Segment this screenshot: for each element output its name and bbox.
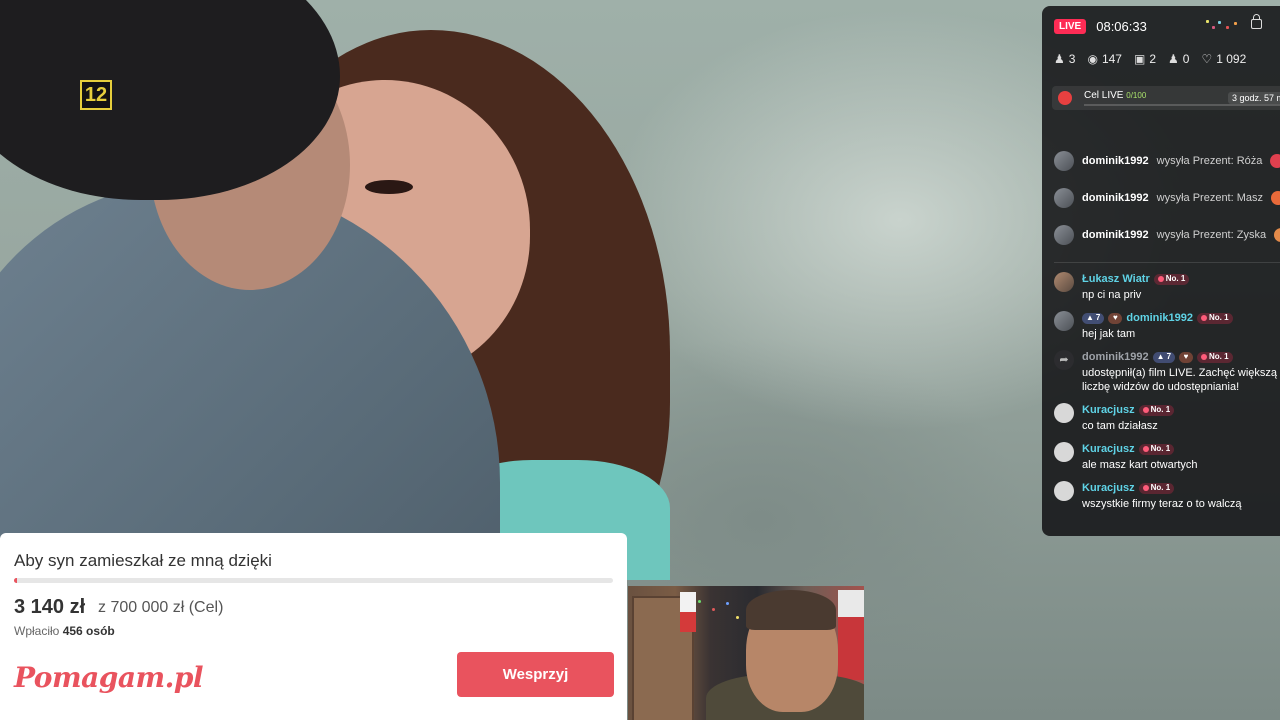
rank-badge: No. 1	[1197, 351, 1233, 363]
donation-progress-bar	[14, 578, 613, 583]
pomagam-logo[interactable]: Pomagam.pl	[14, 661, 204, 694]
people-icon: ♟	[1054, 52, 1065, 66]
divider	[1054, 262, 1280, 263]
rank-icon	[1157, 276, 1164, 282]
chat-message: ➦ dominik1992 ▲ 7 ♥ No. 1 udostępnił(a) f…	[1054, 350, 1280, 394]
streamer-webcam	[628, 586, 864, 720]
gift-list: dominik1992 wysyła Prezent: Róża dominik…	[1054, 142, 1280, 253]
chat-username[interactable]: Kuracjusz	[1082, 481, 1135, 495]
live-badge: LIVE	[1054, 18, 1087, 34]
gift-item-icon	[1271, 190, 1280, 205]
lock-icon[interactable]	[1251, 14, 1262, 29]
gift-icon: ▣	[1133, 52, 1146, 66]
avatar[interactable]	[1054, 311, 1074, 331]
participants-stat[interactable]: ♟ 3	[1054, 52, 1075, 66]
goal-icon	[1058, 91, 1072, 105]
follower-icon: ♟	[1168, 52, 1179, 66]
followers-stat[interactable]: ♟ 0	[1168, 52, 1189, 66]
rank-badge: No. 1	[1138, 404, 1175, 416]
heart-badge-icon: ♥	[1108, 312, 1123, 324]
chat-message: Kuracjusz No. 1 wszystkie firmy teraz o …	[1054, 481, 1280, 511]
donation-progress-fill	[14, 578, 17, 583]
avatar[interactable]	[1054, 272, 1074, 292]
likes-stat[interactable]: ♡ 1 092	[1201, 52, 1246, 66]
avatar[interactable]	[1054, 187, 1074, 208]
share-icon: ➦	[1054, 350, 1074, 370]
live-goal[interactable]: Cel LIVE 0/100 3 godz. 57 m	[1052, 86, 1280, 110]
rank-badge: No. 1	[1138, 482, 1175, 494]
chat-list: Łukasz Wiatr No. 1 np ci na priv ▲ 7 ♥ do…	[1054, 272, 1280, 520]
gift-user[interactable]: dominik1992	[1082, 192, 1149, 204]
live-panel: LIVE 08:06:33 ♟ 3 ◉ 147 ▣ 2 ♟ 0 ♡ 1 092 Cel L…	[1042, 6, 1280, 536]
avatar[interactable]	[1054, 224, 1074, 245]
webcam-person-hair	[746, 590, 836, 630]
age-rating-badge: 12	[80, 80, 112, 110]
donor-count: Wpłaciło 456 osób	[14, 624, 115, 638]
avatar[interactable]	[1054, 481, 1074, 501]
gifts-stat[interactable]: ▣ 2	[1134, 52, 1156, 66]
gift-text: wysyła Prezent: Zyska	[1156, 228, 1267, 241]
gift-user[interactable]: dominik1992	[1082, 155, 1149, 167]
donation-title: Aby syn zamieszkał ze mną dzięki	[14, 551, 272, 570]
chat-username[interactable]: Łukasz Wiatr	[1082, 272, 1150, 286]
gift-row: dominik1992 wysyła Prezent: Masz	[1054, 179, 1280, 216]
eye-icon: ◉	[1087, 52, 1098, 66]
gift-text: wysyła Prezent: Masz	[1156, 191, 1264, 204]
chat-message: Kuracjusz No. 1 ale masz kart otwartych	[1054, 442, 1280, 472]
donation-card: Aby syn zamieszkał ze mną dzięki 3 140 z…	[0, 533, 627, 720]
level-badge: ▲ 7	[1082, 312, 1105, 324]
webcam-flag-right	[838, 590, 864, 680]
donation-amount: 3 140 zł	[14, 596, 86, 618]
goal-label: Cel LIVE 0/100	[1084, 90, 1147, 101]
chat-text: wszystkie firmy teraz o to walczą	[1082, 498, 1242, 510]
rank-badge: No. 1	[1197, 312, 1233, 324]
chat-message: Kuracjusz No. 1 co tam działasz	[1054, 403, 1280, 433]
rank-badge: No. 1	[1138, 443, 1175, 455]
rank-icon	[1201, 354, 1208, 360]
chat-text: udostępnił(a) film LIVE. Zachęć większą …	[1082, 367, 1278, 393]
gift-item-icon	[1274, 227, 1280, 242]
heart-badge-icon: ♥	[1179, 351, 1194, 363]
rank-icon	[1142, 446, 1149, 452]
rose-icon	[1270, 153, 1280, 168]
viewers-stat[interactable]: ◉ 147	[1087, 52, 1122, 66]
live-stats: ♟ 3 ◉ 147 ▣ 2 ♟ 0 ♡ 1 092	[1054, 52, 1246, 66]
webcam-flag	[680, 592, 696, 632]
gift-row: dominik1992 wysyła Prezent: Róża	[1054, 142, 1280, 179]
live-timer: 08:06:33	[1096, 18, 1147, 34]
chat-text: np ci na priv	[1082, 289, 1142, 301]
rank-icon	[1201, 315, 1208, 321]
avatar[interactable]	[1054, 403, 1074, 423]
rank-icon	[1142, 407, 1149, 413]
avatar[interactable]	[1054, 150, 1074, 171]
chat-message: Łukasz Wiatr No. 1 np ci na priv	[1054, 272, 1280, 302]
chat-text: hej jak tam	[1082, 328, 1136, 340]
goal-progress-bar	[1084, 104, 1280, 106]
live-header: LIVE 08:06:33	[1054, 16, 1147, 36]
rank-icon	[1142, 485, 1149, 491]
chat-username[interactable]: Kuracjusz	[1082, 403, 1135, 417]
chat-text: co tam działasz	[1082, 420, 1158, 432]
rank-badge: No. 1	[1153, 273, 1190, 285]
video-eye	[365, 180, 413, 194]
goal-time: 3 godz. 57 m	[1227, 92, 1280, 104]
level-badge: ▲ 7	[1152, 351, 1176, 363]
heart-icon: ♡	[1201, 52, 1213, 66]
chat-username[interactable]: dominik1992	[1126, 311, 1193, 325]
gift-text: wysyła Prezent: Róża	[1156, 154, 1263, 167]
chat-username[interactable]: dominik1992	[1082, 350, 1149, 364]
avatar[interactable]	[1054, 442, 1074, 462]
goal-count: 0/100	[1126, 91, 1147, 100]
chat-text: ale masz kart otwartych	[1082, 459, 1198, 471]
gift-user[interactable]: dominik1992	[1082, 229, 1149, 241]
support-button[interactable]: Wesprzyj	[457, 652, 614, 697]
chat-message: ▲ 7 ♥ dominik1992 No. 1 hej jak tam	[1054, 311, 1280, 341]
gift-row: dominik1992 wysyła Prezent: Zyska	[1054, 216, 1280, 253]
donation-goal: z 700 000 zł (Cel)	[98, 599, 224, 616]
decor-dots-icon	[1204, 18, 1244, 30]
chat-username[interactable]: Kuracjusz	[1082, 442, 1135, 456]
